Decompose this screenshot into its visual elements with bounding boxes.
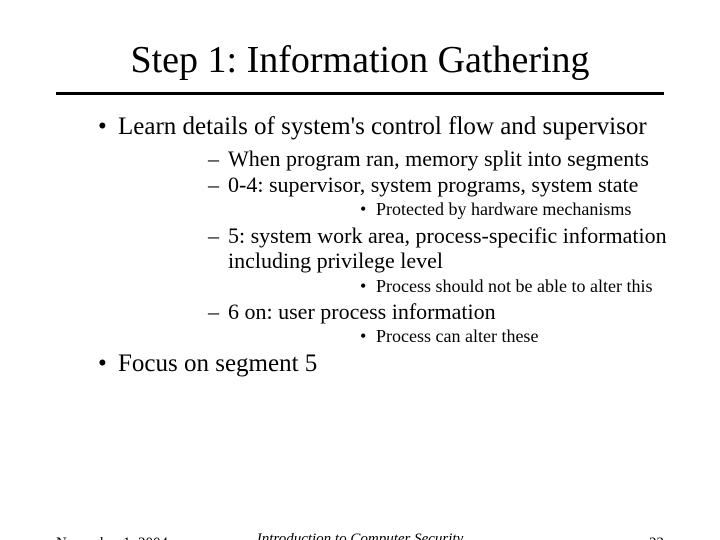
bullet-text: 5: system work area, process-specific in… bbox=[228, 223, 667, 273]
bullet-item: Process should not be able to alter this bbox=[228, 276, 680, 298]
slide-footer: November 1, 2004 Introduction to Compute… bbox=[0, 530, 720, 540]
bullet-item: 6 on: user process information Process c… bbox=[118, 299, 680, 348]
bullet-text: Focus on segment 5 bbox=[118, 350, 317, 377]
bullet-text: Protected by hardware mechanisms bbox=[376, 199, 631, 219]
bullet-text: 0-4: supervisor, system programs, system… bbox=[228, 172, 638, 197]
bullet-text: 6 on: user process information bbox=[228, 299, 496, 324]
bullet-item: 0-4: supervisor, system programs, system… bbox=[118, 172, 680, 221]
bullet-text: When program ran, memory split into segm… bbox=[228, 146, 649, 171]
slide-content: Learn details of system's control flow a… bbox=[0, 113, 720, 379]
slide-title: Step 1: Information Gathering bbox=[0, 38, 720, 82]
bullet-text: Process can alter these bbox=[376, 326, 538, 346]
bullet-item: Learn details of system's control flow a… bbox=[40, 113, 680, 348]
bullet-item: Process can alter these bbox=[228, 326, 680, 348]
bullet-item: 5: system work area, process-specific in… bbox=[118, 223, 680, 297]
bullet-text: Learn details of system's control flow a… bbox=[118, 113, 647, 140]
bullet-list-level3: Process should not be able to alter this bbox=[228, 276, 680, 298]
bullet-item: When program ran, memory split into segm… bbox=[118, 146, 680, 171]
footer-page-number: 22 bbox=[649, 535, 664, 540]
bullet-list-level2: When program ran, memory split into segm… bbox=[118, 146, 680, 348]
footer-title: Introduction to Computer Security bbox=[257, 531, 464, 540]
slide: Step 1: Information Gathering Learn deta… bbox=[0, 38, 720, 540]
footer-date: November 1, 2004 bbox=[56, 535, 168, 540]
bullet-list-level1: Learn details of system's control flow a… bbox=[40, 113, 680, 379]
bullet-item: Protected by hardware mechanisms bbox=[228, 199, 680, 221]
bullet-text: Process should not be able to alter this bbox=[376, 276, 652, 296]
title-underline bbox=[56, 92, 664, 95]
bullet-list-level3: Process can alter these bbox=[228, 326, 680, 348]
bullet-list-level3: Protected by hardware mechanisms bbox=[228, 199, 680, 221]
bullet-item: Focus on segment 5 bbox=[40, 350, 680, 379]
